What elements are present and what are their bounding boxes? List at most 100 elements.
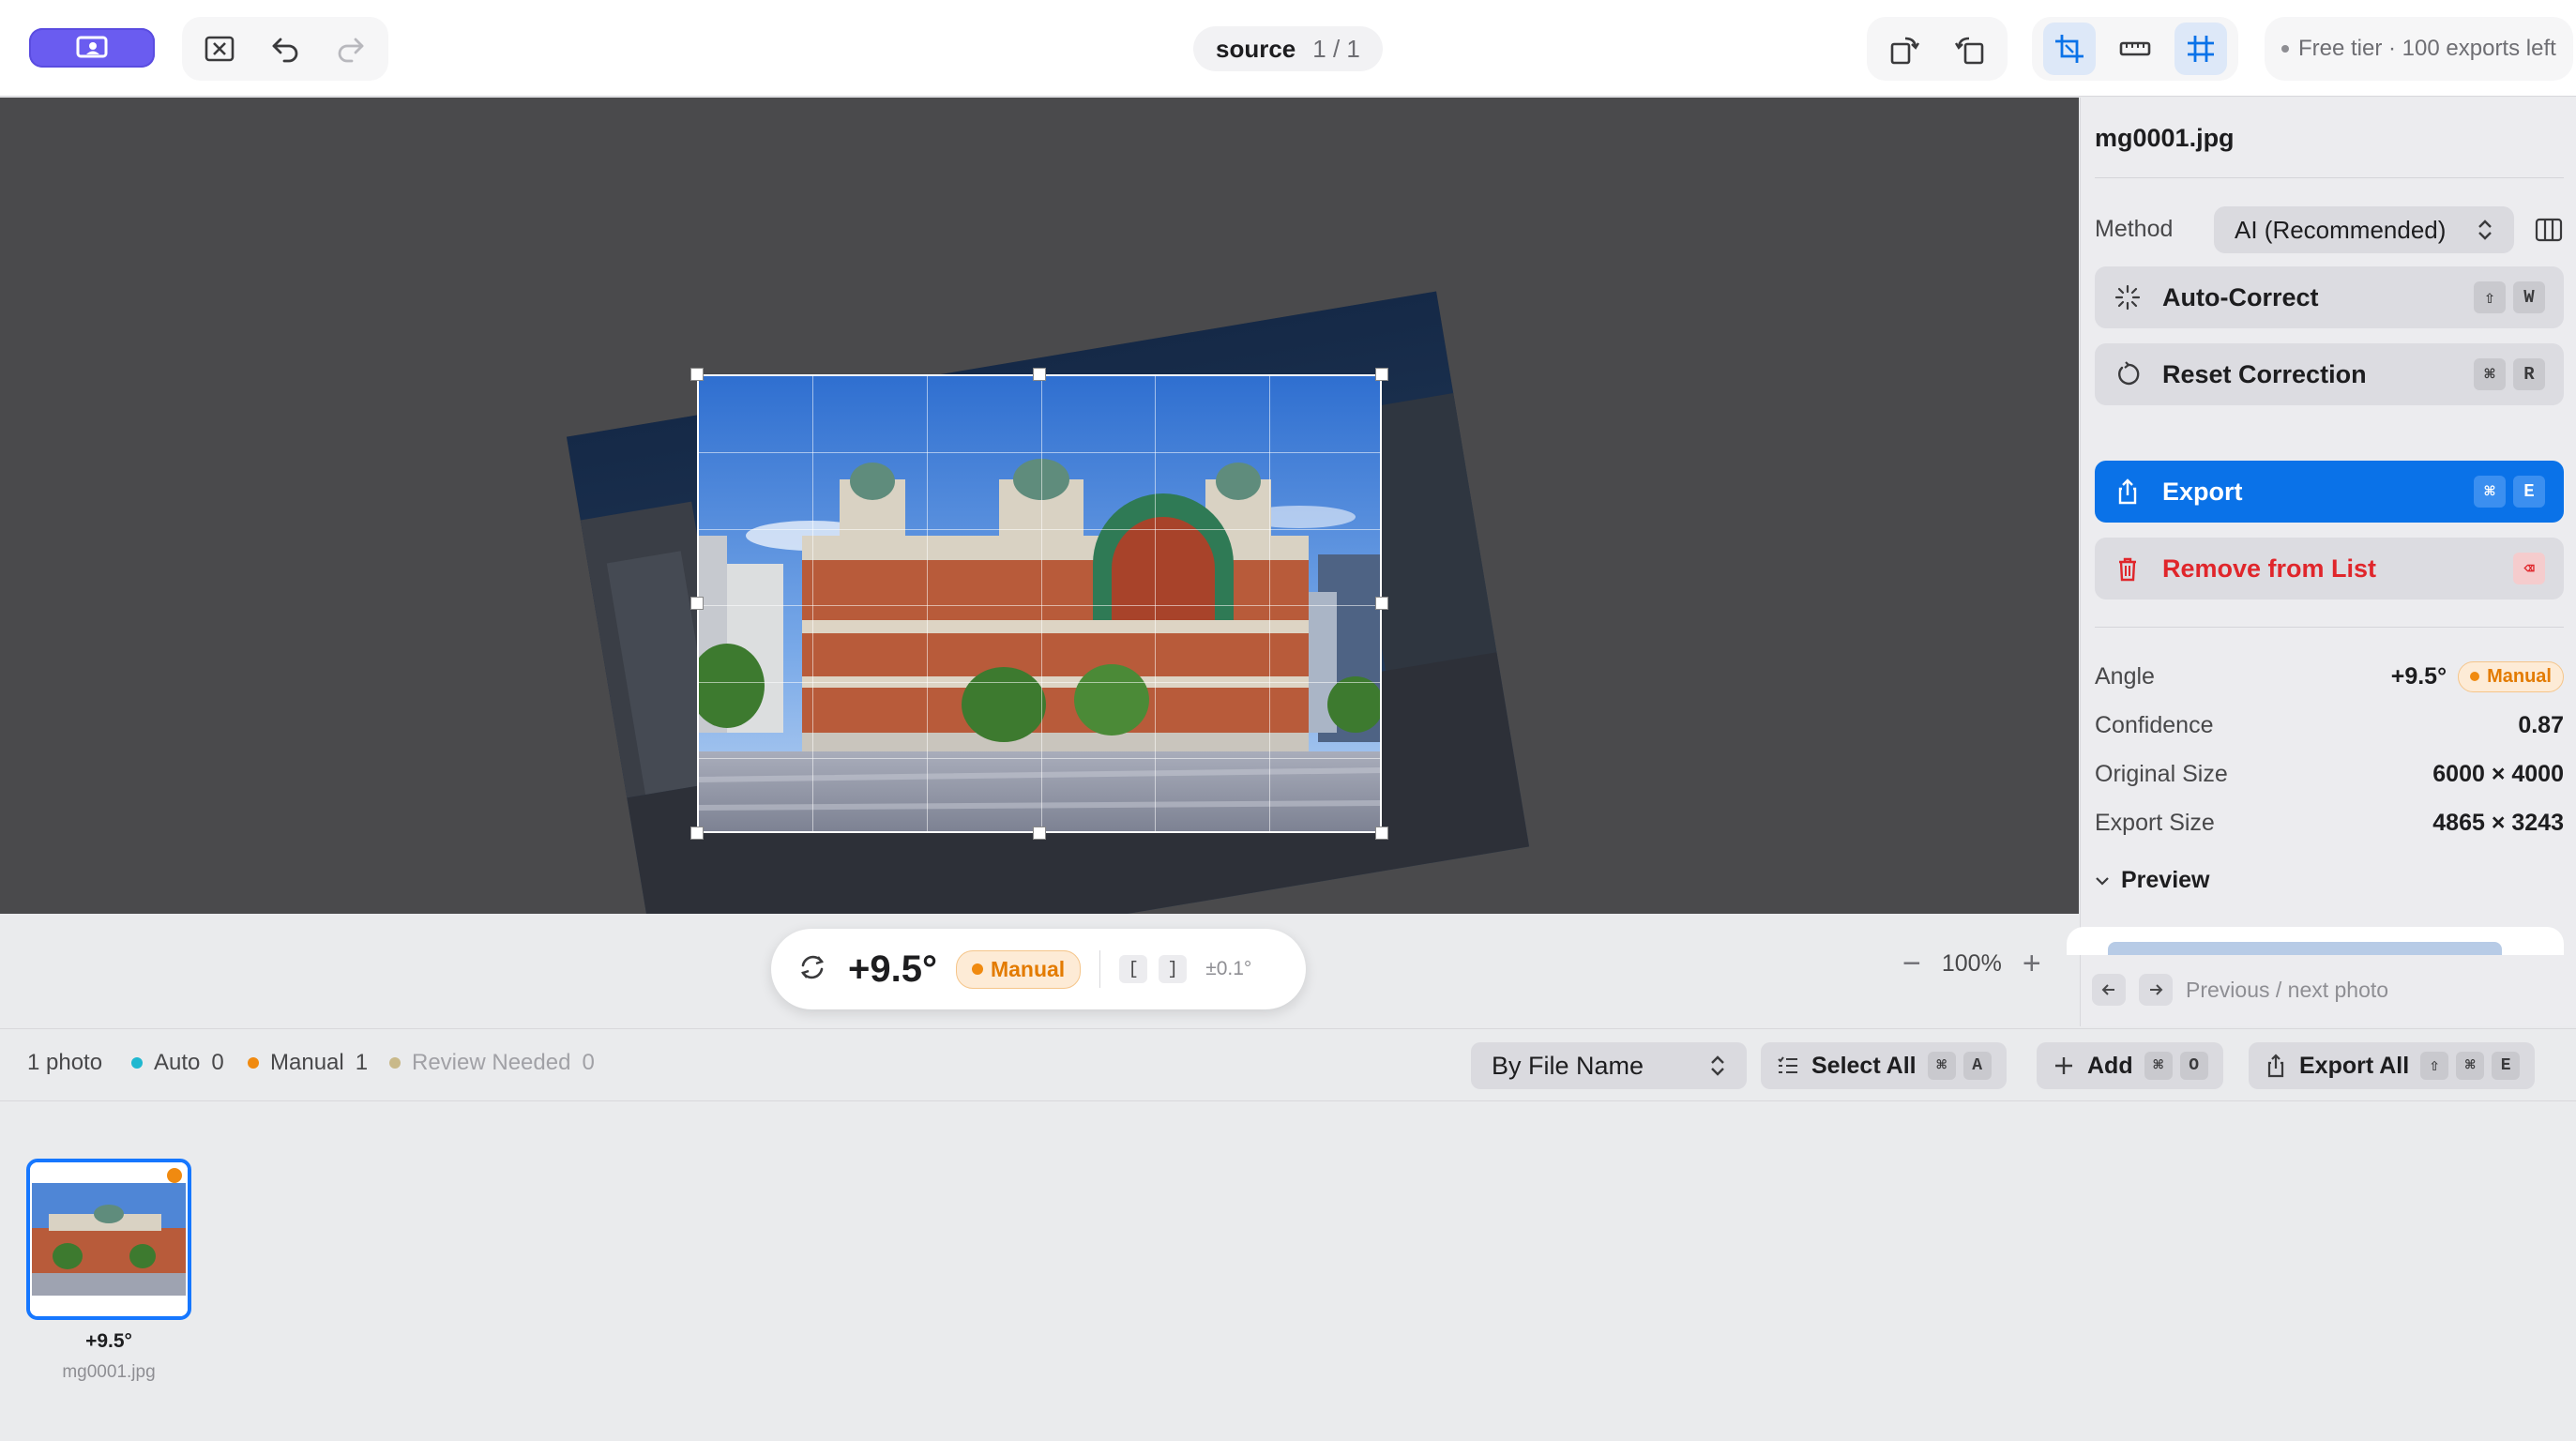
review-filter[interactable]: Review Needed 0 xyxy=(389,1050,595,1076)
previous-photo-button[interactable] xyxy=(2092,974,2126,1006)
redo-icon xyxy=(338,38,364,63)
grid-line xyxy=(699,682,1380,683)
rotate-right-button[interactable] xyxy=(1944,23,1996,75)
photo-count: 1 photo xyxy=(27,1050,102,1076)
preview-thumbnail xyxy=(2108,942,2502,955)
arrow-right-icon xyxy=(2150,984,2163,995)
method-value: AI (Recommended) xyxy=(2235,215,2447,244)
grid-toggle-button[interactable] xyxy=(2174,23,2227,75)
manual-filter[interactable]: Manual 1 xyxy=(248,1050,368,1076)
inspector-panel: mg0001.jpg Method AI (Recommended) Auto-… xyxy=(2080,98,2576,1026)
top-toolbar: source 1 / 1 Free tier · 100 exports lef… xyxy=(0,0,2576,97)
manual-badge: Manual xyxy=(955,949,1082,989)
info-key: Confidence xyxy=(2095,711,2214,738)
thumbnail-strip: +9.5° mg0001.jpg xyxy=(0,1102,2576,1441)
reset-correction-button[interactable]: Reset Correction ⌘ R xyxy=(2095,343,2564,405)
app-menu-button[interactable] xyxy=(29,28,155,68)
increase-angle-key[interactable]: ] xyxy=(1159,955,1188,983)
zoom-control: − 100% + xyxy=(1902,946,2041,982)
crop-handle-bottom[interactable] xyxy=(1033,827,1046,840)
remove-from-list-button[interactable]: Remove from List ⌫ xyxy=(2095,538,2564,599)
shortcut-key: A xyxy=(1962,1052,1992,1080)
level-guide-button[interactable] xyxy=(2109,23,2161,75)
crop-handle-right[interactable] xyxy=(1375,597,1388,610)
grid-line xyxy=(699,605,1380,606)
preview-image xyxy=(2067,927,2564,955)
rotate-right-icon xyxy=(1954,37,1984,65)
remove-label: Remove from List xyxy=(2162,554,2377,583)
crop-handle-left[interactable] xyxy=(690,597,704,610)
auto-count: 0 xyxy=(211,1050,224,1075)
checklist-icon xyxy=(1778,1056,1797,1073)
chevron-down-icon xyxy=(2096,876,2109,886)
auto-dot-icon xyxy=(131,1057,143,1069)
auto-filter[interactable]: Auto 0 xyxy=(131,1050,224,1076)
decrease-angle-key[interactable]: [ xyxy=(1119,955,1148,983)
zoom-in-button[interactable]: + xyxy=(2023,946,2041,982)
add-button[interactable]: Add ⌘ O xyxy=(2037,1042,2223,1089)
preview-toggle[interactable]: Preview xyxy=(2095,867,2210,894)
source-indicator[interactable]: source 1 / 1 xyxy=(1193,26,1383,71)
grid-line xyxy=(812,376,813,831)
zoom-out-button[interactable]: − xyxy=(1902,946,1921,982)
shortcut-key: R xyxy=(2513,358,2545,390)
photo-canvas[interactable] xyxy=(0,98,2079,914)
info-row-original-size: Original Size 6000 × 4000 xyxy=(2095,755,2564,793)
undo-icon xyxy=(272,38,298,63)
crop-handle-top[interactable] xyxy=(1033,368,1046,381)
divider xyxy=(2095,627,2564,628)
undo-button[interactable] xyxy=(259,23,311,75)
grid-line xyxy=(1041,376,1042,831)
photo-count-text: 1 photo xyxy=(27,1050,103,1075)
view-tools xyxy=(2032,17,2238,81)
crop-handle-bottom-right[interactable] xyxy=(1375,827,1388,840)
crop-handle-bottom-left[interactable] xyxy=(690,827,704,840)
rotate-tools xyxy=(1867,17,2008,81)
method-select[interactable]: AI (Recommended) xyxy=(2214,206,2514,253)
crop-tool-button[interactable] xyxy=(2043,23,2096,75)
source-name: source xyxy=(1216,34,1296,63)
reset-correction-label: Reset Correction xyxy=(2162,359,2367,388)
manual-label: Manual xyxy=(270,1050,344,1075)
thumbnail-image xyxy=(30,1162,188,1316)
angle-reset-button[interactable] xyxy=(796,950,829,989)
export-all-button[interactable]: Export All ⇧ ⌘ E xyxy=(2249,1042,2536,1089)
chevron-updown-icon xyxy=(1711,1055,1724,1076)
plan-status[interactable]: Free tier · 100 exports left xyxy=(2265,17,2573,81)
shortcut-keys: ⌫ xyxy=(2513,553,2545,584)
export-button[interactable]: Export ⌘ E xyxy=(2095,461,2564,523)
shortcut-key: ⌘ xyxy=(2456,1052,2485,1080)
auto-label: Auto xyxy=(154,1050,201,1075)
angle-value[interactable]: +9.5° xyxy=(848,948,937,991)
add-label: Add xyxy=(2087,1052,2133,1079)
photo-library-icon xyxy=(76,36,108,58)
next-photo-button[interactable] xyxy=(2139,974,2173,1006)
info-value: 4865 × 3243 xyxy=(2432,809,2564,836)
select-all-button[interactable]: Select All ⌘ A xyxy=(1761,1042,2007,1089)
manual-badge-label: Manual xyxy=(990,956,1066,981)
crop-region[interactable] xyxy=(697,374,1382,833)
manual-dot-icon xyxy=(971,963,983,975)
manual-status-dot xyxy=(167,1168,182,1183)
crop-handle-top-left[interactable] xyxy=(690,368,704,381)
review-label: Review Needed xyxy=(412,1050,571,1075)
manual-dot-icon xyxy=(2470,672,2480,681)
preview-label: Preview xyxy=(2121,867,2210,893)
crop-handle-top-right[interactable] xyxy=(1375,368,1388,381)
status-bar: 1 photo Auto 0 Manual 1 Review Needed 0 … xyxy=(0,1028,2576,1101)
angle-control: +9.5° Manual [ ] ±0.1° xyxy=(771,929,1306,1009)
auto-correct-button[interactable]: Auto-Correct ⇧ W xyxy=(2095,266,2564,328)
info-value: 0.87 xyxy=(2518,711,2564,738)
photo-thumbnail[interactable] xyxy=(26,1159,191,1320)
rotate-left-button[interactable] xyxy=(1878,23,1931,75)
close-photo-button[interactable] xyxy=(193,23,246,75)
compare-view-icon[interactable] xyxy=(2535,218,2563,242)
trash-icon xyxy=(2119,557,2136,582)
sort-value: By File Name xyxy=(1492,1051,1644,1080)
divider xyxy=(2095,177,2564,178)
redo-button[interactable] xyxy=(325,23,377,75)
shortcut-key: ⌘ xyxy=(1927,1052,1956,1080)
method-label: Method xyxy=(2095,216,2174,242)
rotate-left-icon xyxy=(1890,37,1920,65)
sort-select[interactable]: By File Name xyxy=(1471,1042,1747,1089)
